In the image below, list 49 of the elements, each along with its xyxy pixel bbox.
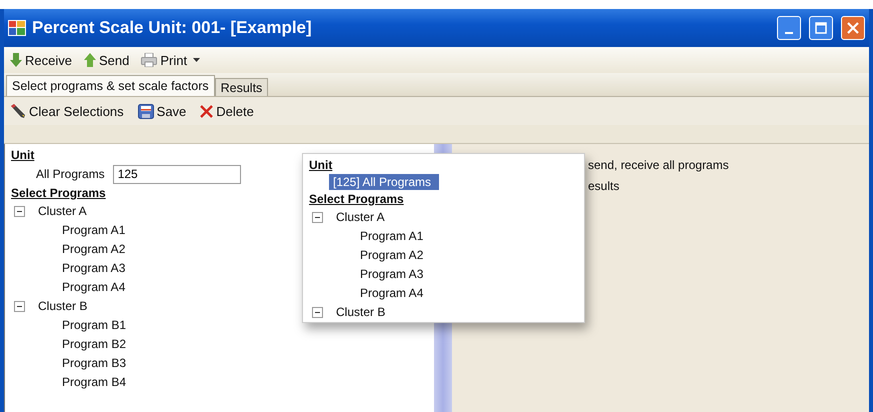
minimize-icon <box>785 32 793 34</box>
close-button[interactable] <box>841 16 865 40</box>
collapse-icon[interactable] <box>14 301 25 312</box>
up-arrow-icon <box>84 53 96 67</box>
maximize-button[interactable] <box>809 16 833 40</box>
tree-item[interactable]: Program A3 <box>11 259 126 278</box>
input-field[interactable]: 125 <box>112 164 241 184</box>
minimize-button[interactable] <box>777 16 801 40</box>
tree-item[interactable]: Program A2 <box>11 240 126 259</box>
section-heading: Unit <box>309 157 332 174</box>
section-heading: Select Programs <box>11 185 106 202</box>
selected-list-item[interactable]: [125] All Programs <box>329 174 440 190</box>
tree-item[interactable]: Program B4 <box>11 373 126 392</box>
tree-item[interactable]: Program A4 <box>309 284 424 303</box>
app-icon <box>8 20 26 36</box>
delete-icon <box>200 104 214 118</box>
tree-item[interactable]: Program A4 <box>11 278 126 297</box>
collapse-icon[interactable] <box>312 307 323 318</box>
tree-item[interactable]: Program A3 <box>309 265 424 284</box>
action-button[interactable]: Save <box>136 104 188 118</box>
pencil-icon <box>10 104 26 118</box>
section-heading: Unit <box>11 147 34 164</box>
toolbar-button[interactable]: Send <box>82 52 132 68</box>
tree-item[interactable]: Program B3 <box>11 354 126 373</box>
tree-item[interactable]: Program B1 <box>11 316 126 335</box>
collapse-icon[interactable] <box>312 212 323 223</box>
action-button[interactable]: Delete <box>198 104 256 118</box>
tree-item[interactable]: Program A2 <box>309 246 424 265</box>
printer-icon <box>141 53 158 67</box>
tab[interactable]: Results <box>214 78 268 96</box>
section-heading: Select Programs <box>309 191 404 208</box>
tree-node[interactable]: Cluster A <box>309 208 578 227</box>
caret-icon <box>193 58 200 62</box>
maximize-icon <box>815 22 827 34</box>
tree-item[interactable]: Program A1 <box>11 221 126 240</box>
toolbar-button[interactable]: Receive <box>8 52 74 68</box>
window-title: Percent Scale Unit: 001- [Example] <box>32 18 313 38</box>
toolbar-button[interactable]: Print <box>139 52 202 68</box>
tab[interactable]: Select programs & set scale factors <box>6 75 215 96</box>
field-label: All Programs <box>36 166 105 183</box>
tree-item[interactable]: Program A1 <box>309 227 424 246</box>
tree-node[interactable]: Cluster B <box>309 303 578 322</box>
tree-item[interactable]: Program B2 <box>11 335 126 354</box>
action-button[interactable]: Clear Selections <box>8 104 126 118</box>
collapse-icon[interactable] <box>14 206 25 217</box>
close-icon <box>847 22 859 34</box>
down-arrow-icon <box>10 53 22 67</box>
info-text: send, receive all programs <box>588 157 730 174</box>
info-text: esults <box>588 178 620 195</box>
